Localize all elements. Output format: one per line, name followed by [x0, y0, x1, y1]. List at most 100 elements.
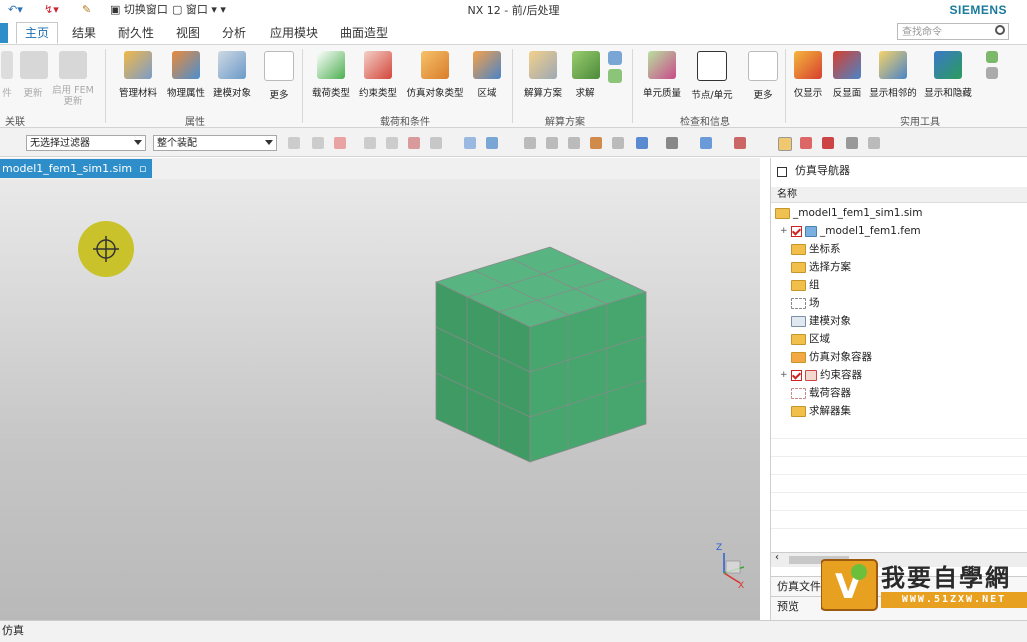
- view-tool-icon[interactable]: [524, 137, 536, 149]
- select-node-icon[interactable]: [846, 137, 858, 149]
- check-more-button[interactable]: 更多: [746, 51, 780, 101]
- load-type-button[interactable]: 载荷类型: [308, 51, 354, 99]
- select-mode-icon[interactable]: [778, 137, 792, 151]
- snap-icon[interactable]: [364, 137, 376, 149]
- properties-more-label: 更多: [269, 90, 289, 101]
- checkbox-icon[interactable]: [791, 225, 802, 237]
- reverse-face-button[interactable]: 反显面: [830, 51, 864, 99]
- column-header-name[interactable]: 名称: [771, 187, 1027, 203]
- utility-small-tools[interactable]: [984, 51, 1000, 83]
- tree-root[interactable]: _model1_fem1_sim1.sim: [775, 204, 922, 222]
- fem-cube-model[interactable]: [0, 179, 760, 620]
- field-icon: [791, 297, 806, 309]
- tree-item-regions[interactable]: 区域: [791, 330, 830, 348]
- part-button[interactable]: 件: [0, 51, 14, 99]
- folder-icon: [791, 405, 806, 417]
- display-icon[interactable]: [700, 137, 712, 149]
- physical-properties-label: 物理属性: [166, 88, 205, 99]
- tab-surface[interactable]: 曲面造型: [332, 23, 396, 43]
- load-type-icon: [317, 51, 345, 79]
- tab-view[interactable]: 视图: [168, 23, 208, 43]
- tree-item-constraint-container[interactable]: 约束容器: [791, 366, 862, 384]
- solution-small-tools[interactable]: [606, 51, 624, 87]
- enable-fem-update-button[interactable]: 启用 FEM 更新: [50, 51, 96, 107]
- simulation-navigator: 仿真导航器 名称 _model1_fem1_sim1.sim + _model1…: [770, 158, 1027, 620]
- modeling-objects-button[interactable]: 建模对象: [210, 51, 254, 99]
- rotate-icon[interactable]: [568, 137, 580, 149]
- tree-item-fem[interactable]: _model1_fem1.fem: [791, 222, 921, 240]
- region-button[interactable]: 区域: [472, 51, 502, 99]
- shaded-view-icon[interactable]: [464, 137, 476, 149]
- ribbon-separator: [785, 49, 786, 123]
- tree-item-csys[interactable]: 坐标系: [791, 240, 841, 258]
- rectangle-select-icon[interactable]: [430, 137, 442, 149]
- constraint-type-button[interactable]: 约束类型: [356, 51, 400, 99]
- update-button[interactable]: 更新: [20, 51, 48, 99]
- triad-x-label: X: [738, 581, 745, 591]
- physical-properties-button[interactable]: 物理属性: [164, 51, 208, 99]
- ribbon: 件 更新 启用 FEM 更新 关联 管理材料 物理属性 建模对象 更多 属性 载…: [0, 45, 1027, 128]
- tree-item-label: _model1_fem1.fem: [820, 225, 921, 237]
- properties-more-button[interactable]: 更多: [262, 51, 296, 101]
- watermark-title: 我要自學網: [881, 564, 1011, 592]
- tree-item-selection-recipe[interactable]: 选择方案: [791, 258, 851, 276]
- search-input[interactable]: 查找命令: [897, 23, 1009, 40]
- view-icon[interactable]: [734, 137, 746, 149]
- node-element-button[interactable]: 节点/单元: [688, 51, 736, 101]
- snap-icon[interactable]: [386, 137, 398, 149]
- tree-item-load-container[interactable]: 载荷容器: [791, 384, 851, 402]
- tree-item-label: 载荷容器: [809, 387, 851, 399]
- show-only-button[interactable]: 仅显示: [790, 51, 826, 99]
- tab-durability[interactable]: 耐久性: [110, 23, 162, 43]
- group-label-utility: 实用工具: [900, 117, 940, 128]
- cube-view-icon[interactable]: [486, 137, 498, 149]
- tree-item-fields[interactable]: 场: [791, 294, 820, 312]
- document-tab[interactable]: model1_fem1_sim1.sim ▫ ✕: [0, 159, 152, 194]
- sim-object-type-button[interactable]: 仿真对象类型: [404, 51, 466, 99]
- element-quality-button[interactable]: 单元质量: [640, 51, 684, 99]
- solve-button[interactable]: 求解: [572, 51, 600, 99]
- tab-analysis[interactable]: 分析: [214, 23, 254, 43]
- ribbon-separator: [632, 49, 633, 123]
- layer-icon[interactable]: [636, 137, 648, 149]
- tree-item-solver-sets[interactable]: 求解器集: [791, 402, 851, 420]
- tab-home[interactable]: 主页: [16, 22, 59, 44]
- tree-item-groups[interactable]: 组: [791, 276, 820, 294]
- tree-item-modeling-objects[interactable]: 建模对象: [791, 312, 851, 330]
- manage-materials-button[interactable]: 管理材料: [116, 51, 160, 99]
- solution-button[interactable]: 解算方案: [520, 51, 566, 99]
- select-feature-icon[interactable]: [800, 137, 812, 149]
- tab-results[interactable]: 结果: [64, 23, 104, 43]
- view-tool-icon[interactable]: [590, 137, 602, 149]
- show-adjacent-button[interactable]: 显示相邻的: [866, 51, 920, 99]
- scroll-left-icon[interactable]: ‹: [775, 552, 779, 563]
- expand-icon[interactable]: +: [780, 370, 788, 380]
- view-tool-icon[interactable]: [612, 137, 624, 149]
- reverse-face-icon: [833, 51, 861, 79]
- tree-item-sim-object-container[interactable]: 仿真对象容器: [791, 348, 872, 366]
- select-type-icon[interactable]: [334, 137, 346, 149]
- expand-icon[interactable]: +: [780, 226, 788, 236]
- graphics-viewport[interactable]: Z X: [0, 179, 760, 620]
- panel-toggle-icon[interactable]: [777, 167, 787, 177]
- snap-icon[interactable]: [288, 137, 300, 149]
- checkbox-icon[interactable]: [791, 369, 802, 381]
- search-icon[interactable]: [995, 25, 1005, 35]
- reverse-face-label: 反显面: [832, 88, 862, 99]
- snap-icon[interactable]: [312, 137, 324, 149]
- render-style-icon[interactable]: [666, 137, 678, 149]
- show-hide-button[interactable]: 显示和隐藏: [922, 51, 974, 99]
- selection-filter-value: 无选择过滤器: [30, 138, 90, 149]
- row-divider: [771, 438, 1027, 439]
- row-divider: [771, 456, 1027, 457]
- grid-icon[interactable]: [868, 137, 880, 149]
- view-tool-icon[interactable]: [546, 137, 558, 149]
- selection-filter-dropdown[interactable]: 无选择过滤器: [26, 135, 146, 151]
- selection-scope-dropdown[interactable]: 整个装配: [153, 135, 277, 151]
- file-tab-edge[interactable]: [0, 23, 8, 43]
- tab-application[interactable]: 应用模块: [262, 23, 326, 43]
- sim-object-icon: [791, 351, 806, 363]
- select-element-icon[interactable]: [822, 137, 834, 149]
- snap-icon[interactable]: [408, 137, 420, 149]
- tree-item-label: 组: [809, 279, 820, 291]
